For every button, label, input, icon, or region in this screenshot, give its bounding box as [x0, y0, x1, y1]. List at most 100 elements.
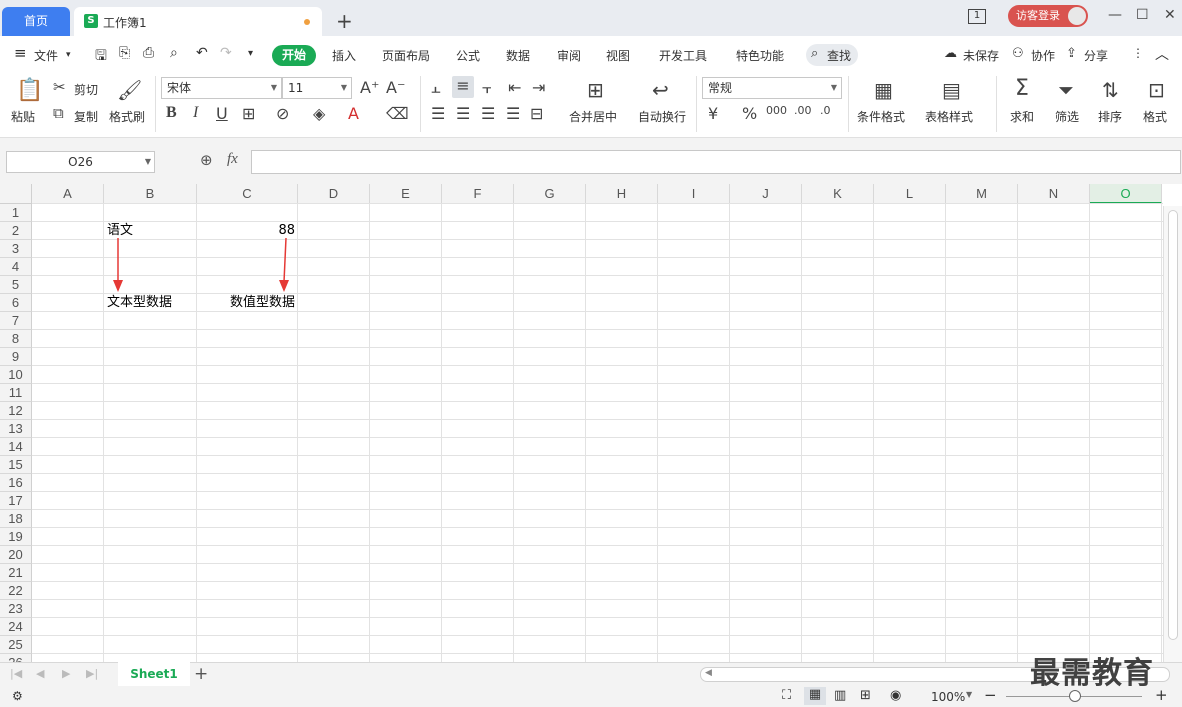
- paste-icon[interactable]: 📋: [16, 78, 43, 103]
- save-icon[interactable]: 🖫: [95, 45, 107, 69]
- zoom-chevron-icon[interactable]: ▼: [966, 690, 972, 699]
- align-right-icon[interactable]: ☰: [481, 104, 495, 123]
- align-left-icon[interactable]: ☰: [431, 104, 445, 123]
- format-button[interactable]: 格式: [1143, 108, 1167, 125]
- fullscreen-icon[interactable]: ⛶: [782, 688, 791, 703]
- menu-tab-insert[interactable]: 插入: [332, 47, 356, 64]
- page-layout-view-icon[interactable]: ▥: [834, 688, 846, 703]
- table-style-button[interactable]: 表格样式: [925, 108, 973, 125]
- page-break-view-icon[interactable]: ⊞: [860, 688, 871, 703]
- increase-indent-icon[interactable]: ⇥: [532, 78, 545, 97]
- menu-tab-view[interactable]: 视图: [606, 47, 630, 64]
- wrap-text-icon[interactable]: ↩: [652, 78, 669, 102]
- menu-tab-home[interactable]: 开始: [272, 45, 316, 66]
- search-button[interactable]: ⌕ 查找: [806, 44, 858, 66]
- redo-icon[interactable]: ↷: [220, 45, 232, 61]
- copy-button[interactable]: 复制: [74, 108, 98, 125]
- login-button[interactable]: 访客登录: [1008, 5, 1088, 27]
- menu-tab-developer[interactable]: 开发工具: [659, 47, 707, 64]
- share-button[interactable]: 分享: [1084, 47, 1108, 64]
- scroll-left-icon[interactable]: ◀: [705, 668, 712, 678]
- zoom-in-button[interactable]: +: [1155, 686, 1168, 704]
- unsaved-status[interactable]: 未保存: [963, 47, 999, 64]
- justify-icon[interactable]: ☰: [506, 104, 520, 123]
- conditional-format-icon[interactable]: ▦: [874, 78, 893, 102]
- more-icon[interactable]: ⋮: [1132, 46, 1144, 60]
- print-preview-icon[interactable]: ⌕: [170, 45, 178, 61]
- export-icon[interactable]: ⎘: [119, 45, 130, 61]
- fill-color-icon[interactable]: ◈: [313, 104, 325, 123]
- sheet-tab-1[interactable]: Sheet1: [118, 662, 190, 686]
- new-tab-button[interactable]: +: [336, 9, 353, 33]
- merge-center-icon[interactable]: ⊞: [587, 78, 604, 102]
- collab-button[interactable]: 协作: [1031, 47, 1055, 64]
- sort-button[interactable]: 排序: [1098, 108, 1122, 125]
- align-bottom-icon[interactable]: ⫟: [482, 78, 492, 98]
- decrease-font-icon[interactable]: A⁻: [386, 78, 405, 97]
- eraser-icon[interactable]: ⌫: [386, 104, 409, 123]
- fx-icon[interactable]: fx: [227, 151, 238, 168]
- increase-decimal-icon[interactable]: .00: [794, 104, 812, 117]
- menu-tab-data[interactable]: 数据: [506, 47, 530, 64]
- prev-sheet-icon[interactable]: ◀: [36, 667, 44, 680]
- formula-input[interactable]: [251, 150, 1181, 174]
- align-middle-icon[interactable]: ≡: [452, 76, 474, 98]
- format-icon[interactable]: ⊡: [1148, 78, 1165, 102]
- border-icon[interactable]: ⊞: [242, 104, 255, 123]
- macro-icon[interactable]: ⚙: [12, 689, 23, 703]
- eye-protect-icon[interactable]: ◉: [890, 688, 901, 703]
- merge-center-button[interactable]: 合并居中: [569, 108, 617, 125]
- distribute-icon[interactable]: ⊟: [530, 104, 543, 123]
- file-chevron-icon[interactable]: ▾: [66, 50, 71, 60]
- spreadsheet-grid[interactable]: ABCDEFGHIJKLMNO 1 2 3 4 5 6 7 8 9 10 11 12 13 14 15 16 1…: [0, 184, 1182, 662]
- decrease-indent-icon[interactable]: ⇤: [508, 78, 521, 97]
- tab-home[interactable]: 首页: [2, 7, 70, 36]
- print-icon[interactable]: ⎙: [143, 45, 154, 61]
- clear-format-icon[interactable]: ⊘: [276, 104, 289, 123]
- collapse-ribbon-icon[interactable]: ︿: [1155, 44, 1169, 64]
- sum-icon[interactable]: Σ: [1015, 76, 1029, 101]
- zoom-out-button[interactable]: −: [984, 686, 997, 704]
- file-menu[interactable]: 文件: [34, 47, 58, 64]
- paste-button[interactable]: 粘贴: [11, 108, 35, 125]
- sum-button[interactable]: 求和: [1010, 108, 1034, 125]
- percent-icon[interactable]: %: [742, 104, 757, 123]
- filter-icon[interactable]: ⏷: [1058, 78, 1074, 102]
- thousands-icon[interactable]: 000: [766, 104, 787, 117]
- vertical-scroll-thumb[interactable]: [1168, 210, 1178, 640]
- first-sheet-icon[interactable]: |◀: [10, 667, 22, 680]
- decrease-decimal-icon[interactable]: .0: [820, 104, 831, 117]
- restore-button[interactable]: ☐: [1136, 7, 1149, 23]
- conditional-format-button[interactable]: 条件格式: [857, 108, 905, 125]
- menu-tab-page-layout[interactable]: 页面布局: [382, 47, 430, 64]
- sort-icon[interactable]: ⇅: [1102, 78, 1119, 102]
- close-button[interactable]: ✕: [1164, 7, 1176, 23]
- vertical-scrollbar[interactable]: [1163, 206, 1182, 662]
- filter-button[interactable]: 筛选: [1055, 108, 1079, 125]
- hamburger-icon[interactable]: ≡: [14, 44, 27, 62]
- name-box[interactable]: O26 ▼: [6, 151, 155, 173]
- page-indicator-icon[interactable]: 1: [968, 9, 986, 24]
- cut-button[interactable]: 剪切: [74, 81, 98, 98]
- tab-workbook[interactable]: S 工作簿1: [74, 7, 322, 36]
- underline-icon[interactable]: U: [216, 104, 228, 123]
- zoom-level[interactable]: 100%: [931, 690, 965, 704]
- bold-icon[interactable]: B: [166, 104, 177, 122]
- last-sheet-icon[interactable]: ▶|: [86, 667, 98, 680]
- menu-tab-features[interactable]: 特色功能: [736, 47, 784, 64]
- minimize-button[interactable]: —: [1108, 7, 1122, 23]
- font-name-select[interactable]: 宋体 ▼: [161, 77, 282, 99]
- next-sheet-icon[interactable]: ▶: [62, 667, 70, 680]
- format-painter-icon[interactable]: 🖌: [117, 78, 142, 102]
- menu-tab-review[interactable]: 审阅: [557, 47, 581, 64]
- font-color-icon[interactable]: A: [348, 104, 359, 123]
- italic-icon[interactable]: I: [193, 104, 198, 122]
- menu-tab-formulas[interactable]: 公式: [456, 47, 480, 64]
- font-size-select[interactable]: 11 ▼: [282, 77, 352, 99]
- format-painter-button[interactable]: 格式刷: [109, 108, 145, 125]
- wrap-text-button[interactable]: 自动换行: [638, 108, 686, 125]
- number-format-select[interactable]: 常规 ▼: [702, 77, 842, 99]
- normal-view-icon[interactable]: ▦: [804, 687, 826, 705]
- table-style-icon[interactable]: ▤: [942, 78, 961, 102]
- align-center-icon[interactable]: ☰: [456, 104, 470, 123]
